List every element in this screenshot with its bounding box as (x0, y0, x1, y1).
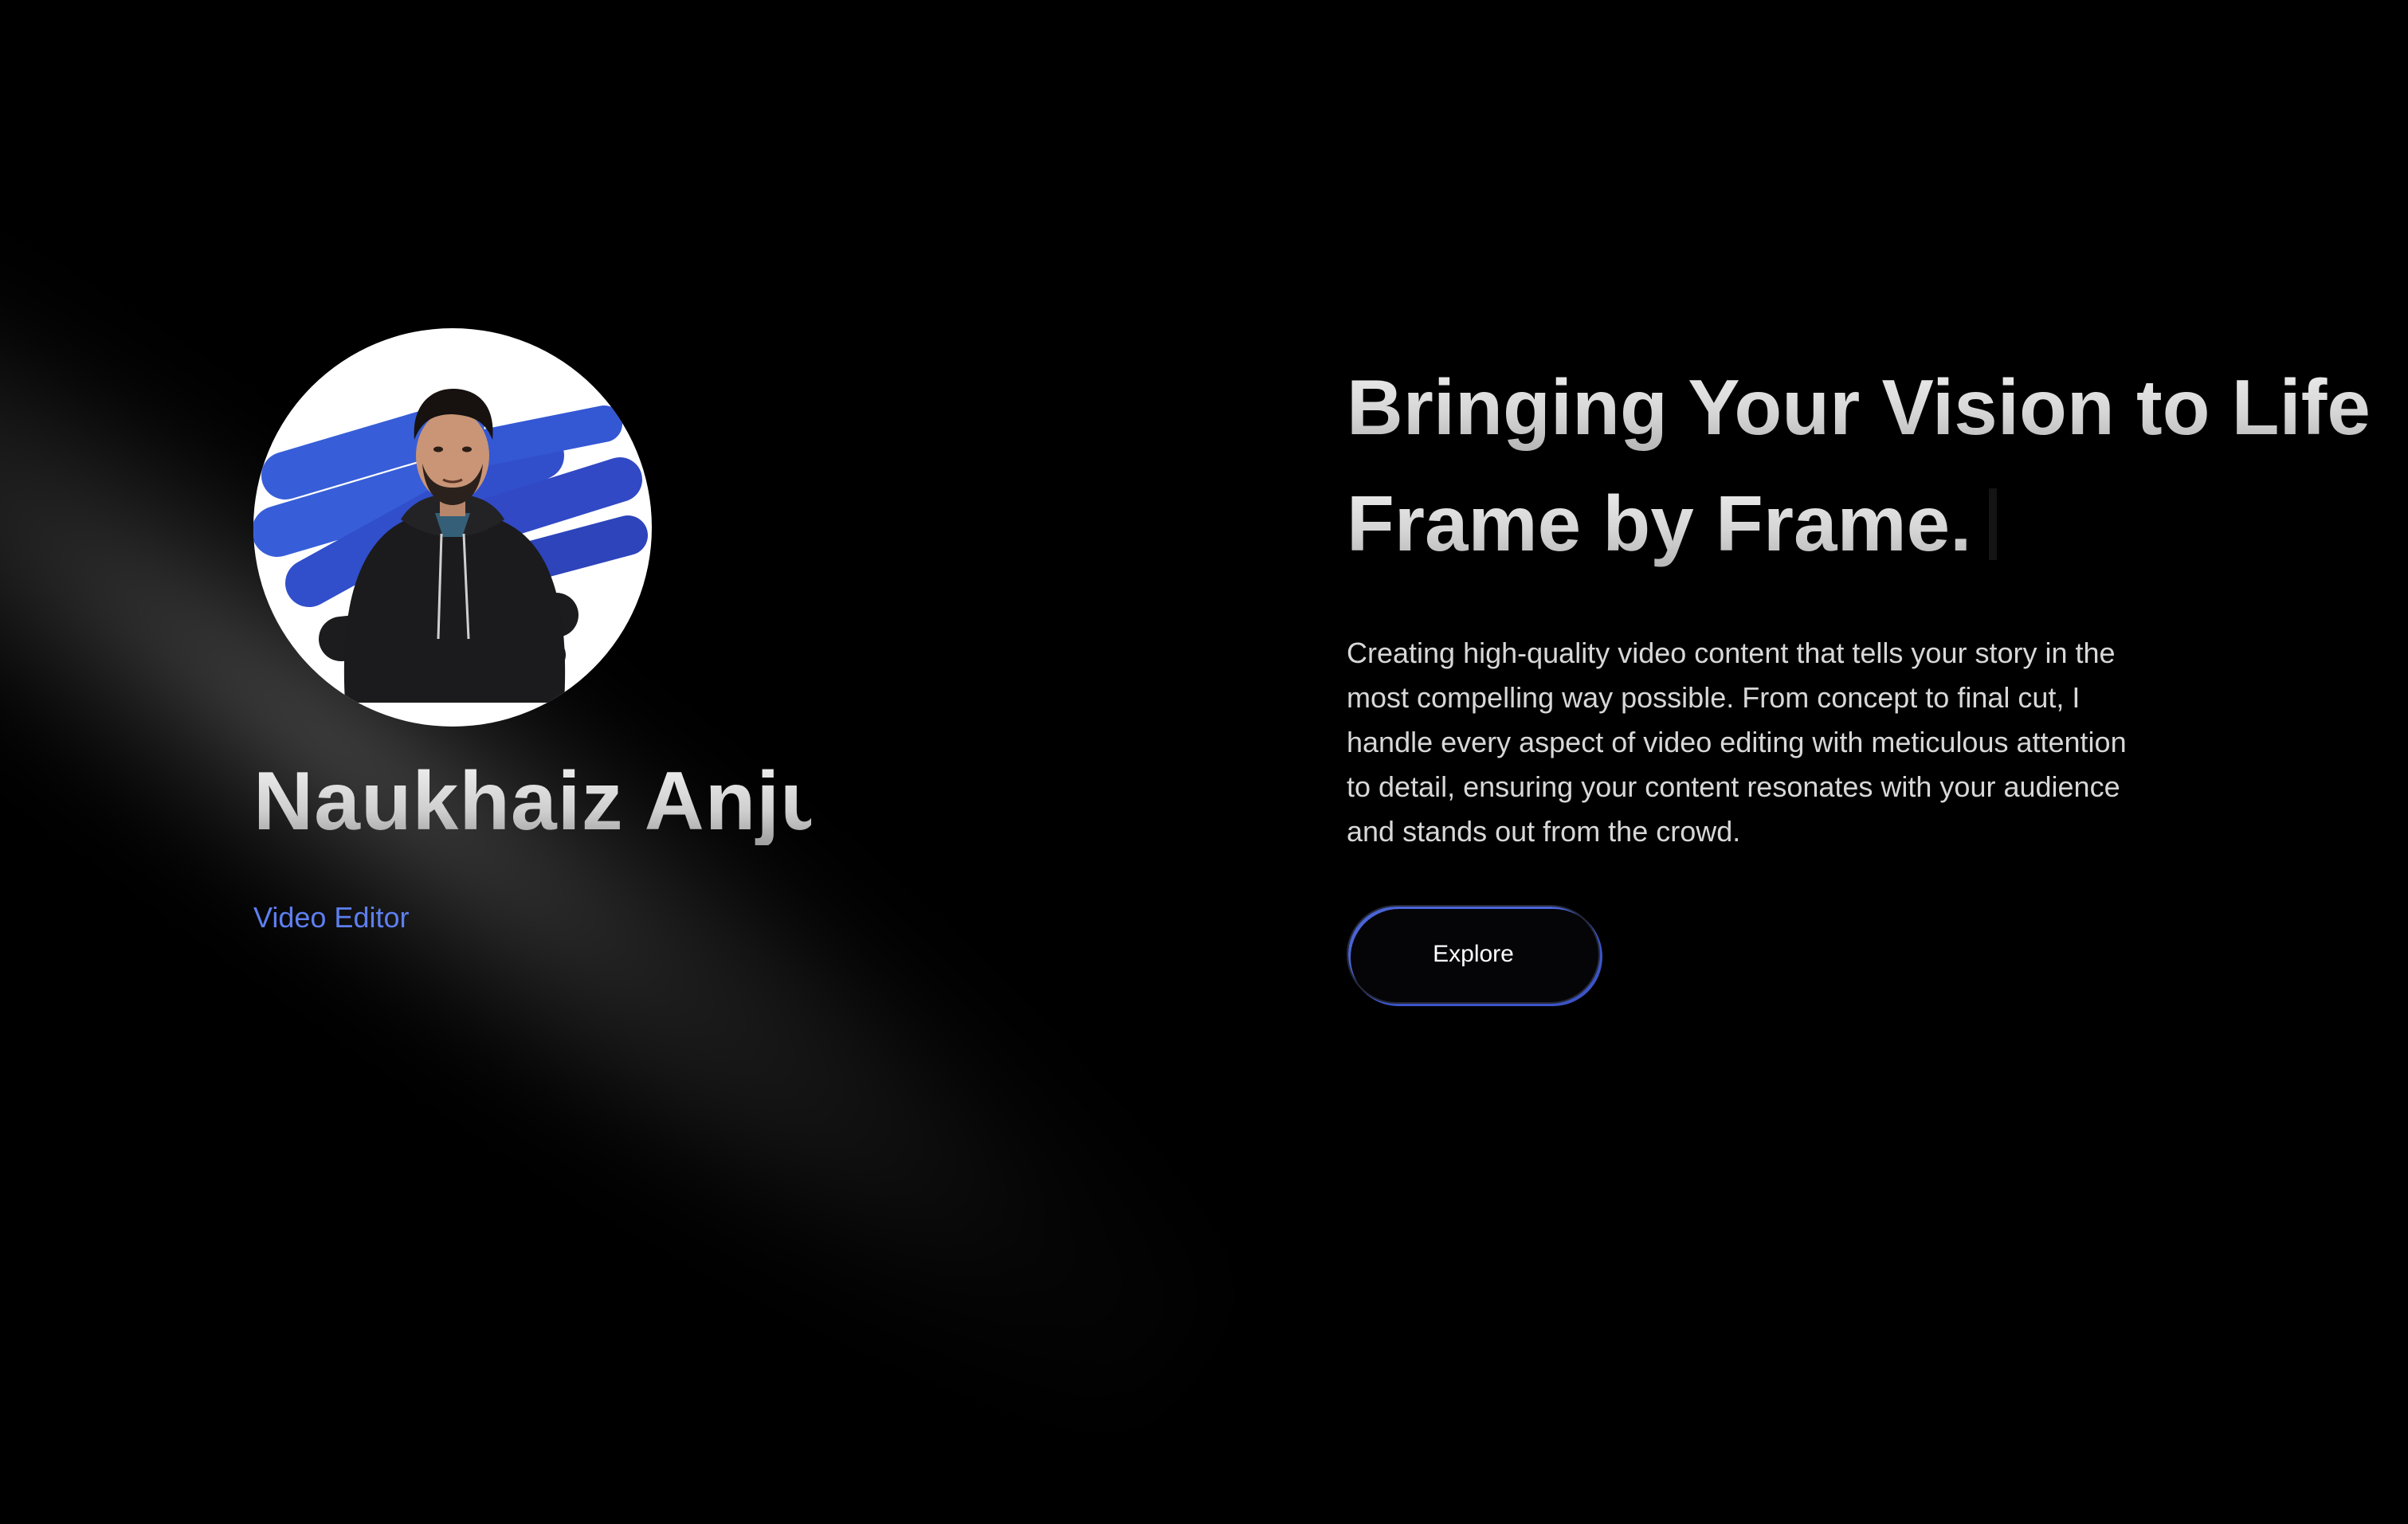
avatar-illustration (253, 388, 648, 703)
profile-role: Video Editor (253, 900, 410, 934)
hero-content: Bringing Your Vision to Life. Frame by F… (1347, 349, 2392, 1004)
profile-avatar (253, 328, 652, 727)
typing-cursor (1989, 488, 1998, 560)
profile-name: Naukhaiz Anjum (253, 755, 907, 848)
hero-section: Naukhaiz Anjum Video Editor Bringing You… (0, 0, 2408, 1174)
hero-description: Creating high-quality video content that… (1347, 637, 2127, 848)
headline-line-2-text: Frame by Frame. (1347, 480, 1972, 567)
hero-headline: Bringing Your Vision to Life. Frame by F… (1347, 349, 2392, 582)
explore-button[interactable]: Explore (1347, 905, 1600, 1004)
profile-card: Naukhaiz Anjum Video Editor (253, 328, 907, 934)
headline-line-1: Bringing Your Vision to Life. (1347, 349, 2392, 465)
headline-line-2: Frame by Frame. (1347, 465, 2375, 582)
